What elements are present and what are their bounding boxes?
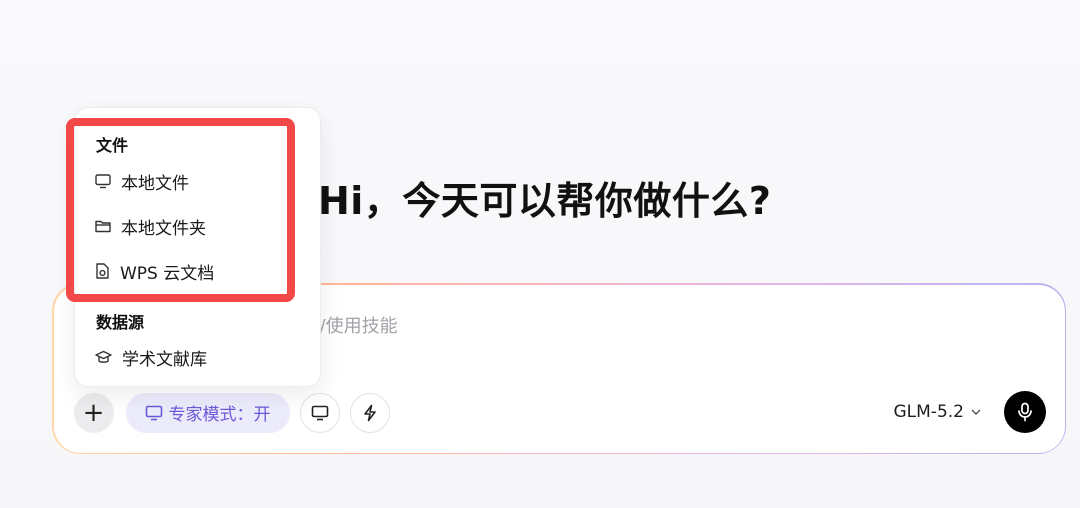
- microphone-icon: [1017, 402, 1032, 421]
- expert-mode-label: 专家模式：开: [168, 405, 271, 425]
- menu-item-wps-cloud-doc[interactable]: WPS 云文档: [95, 257, 214, 285]
- monitor-icon: [145, 405, 162, 420]
- cloud-document-icon: [96, 263, 109, 279]
- attach-plus-button[interactable]: +: [73, 392, 114, 433]
- attach-menu: 文件 本地文件 本地文件夹 WPS 云文档 数据源 学术文献库: [74, 107, 321, 387]
- menu-item-label: 本地文件: [121, 173, 189, 194]
- folder-icon: [95, 220, 111, 233]
- plus-icon: +: [82, 397, 105, 428]
- voice-input-button[interactable]: [1003, 390, 1046, 433]
- model-label: GLM-5.2: [893, 401, 964, 422]
- lightning-icon: [363, 404, 376, 421]
- message-input[interactable]: /使用技能: [320, 312, 398, 338]
- expert-mode-toggle[interactable]: 专家模式：开: [125, 392, 290, 433]
- menu-section-title-datasource: 数据源: [96, 313, 145, 332]
- screen-button[interactable]: [299, 392, 340, 433]
- menu-section-title-files: 文件: [96, 136, 129, 155]
- menu-item-local-folder[interactable]: 本地文件夹: [95, 212, 206, 240]
- menu-item-label: 学术文献库: [122, 349, 207, 370]
- chevron-down-icon: [971, 409, 981, 415]
- graduation-cap-icon: [95, 350, 112, 363]
- monitor-icon: [311, 405, 328, 420]
- skills-button[interactable]: [349, 392, 390, 433]
- monitor-icon: [95, 173, 111, 188]
- page-title: Hi，今天可以帮你做什么?: [318, 179, 772, 223]
- app-page: Hi，今天可以帮你做什么? /使用技能 + 专家模式：开 GLM-5.2 文件 …: [0, 0, 1080, 508]
- model-selector[interactable]: GLM-5.2: [894, 402, 982, 422]
- menu-item-label: 本地文件夹: [121, 218, 206, 239]
- menu-item-label: WPS 云文档: [120, 263, 215, 284]
- menu-item-local-file[interactable]: 本地文件: [95, 167, 189, 195]
- menu-item-academic-library[interactable]: 学术文献库: [95, 343, 207, 371]
